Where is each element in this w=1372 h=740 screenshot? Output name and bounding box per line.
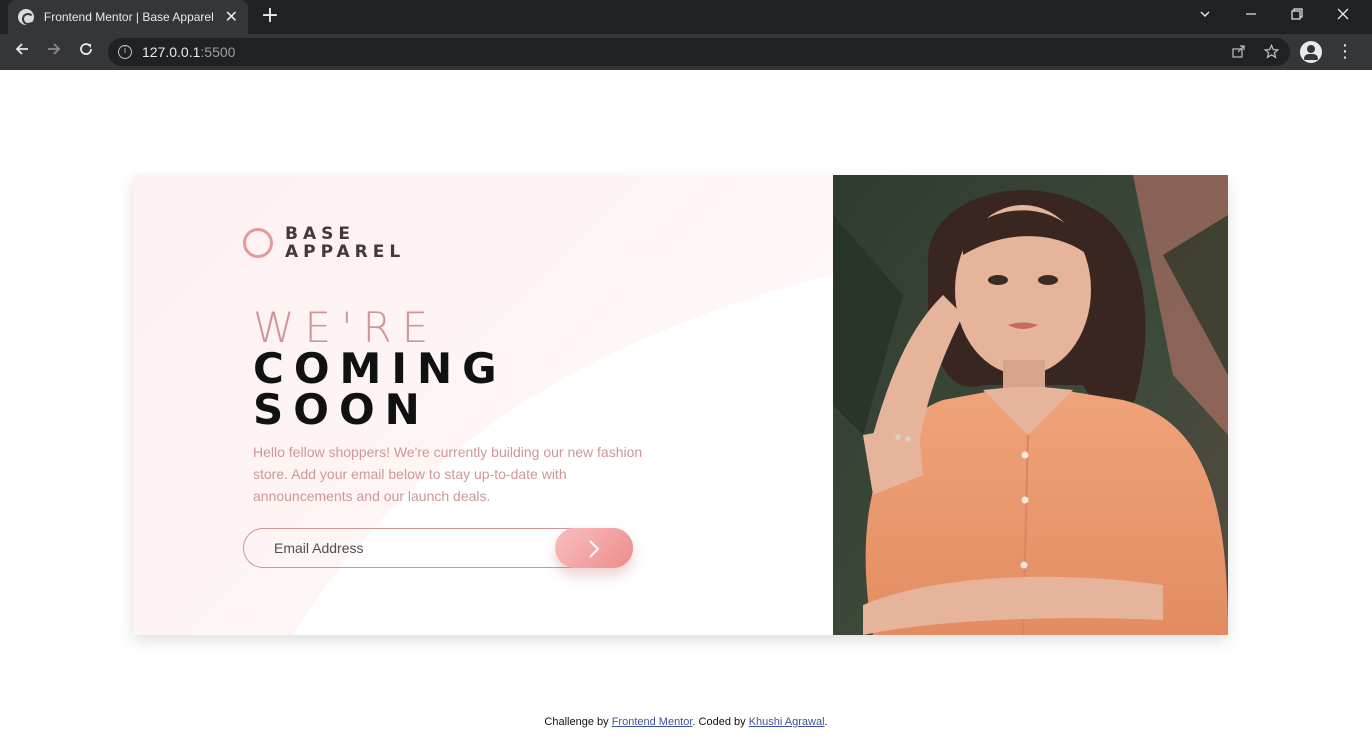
submit-button[interactable]: [555, 528, 633, 568]
restore-icon[interactable]: [1274, 0, 1320, 34]
minimize-icon[interactable]: [1228, 0, 1274, 34]
menu-icon[interactable]: ⋮: [1336, 38, 1354, 66]
share-icon[interactable]: [1232, 44, 1246, 62]
arrow-right-icon: [589, 540, 600, 558]
frontend-mentor-link[interactable]: Frontend Mentor: [612, 716, 693, 728]
url-text: 127.0.0.1:5500: [142, 44, 236, 60]
hero-image: [833, 175, 1228, 635]
author-link[interactable]: Khushi Agrawal: [749, 716, 825, 728]
browser-tab[interactable]: Frontend Mentor | Base Apparel ✕: [8, 0, 248, 34]
headline-light: WE'RE: [253, 303, 439, 352]
tab-search-icon[interactable]: [1182, 0, 1228, 34]
email-input[interactable]: [244, 529, 544, 567]
favicon-icon: [18, 9, 34, 25]
coming-soon-card: BASE APPAREL WE'RE COMING SOON Hello fel…: [133, 175, 1228, 635]
brand-logo: BASE APPAREL: [243, 225, 405, 261]
new-tab-button[interactable]: +: [258, 5, 282, 29]
attribution: Challenge by Frontend Mentor. Coded by K…: [544, 716, 828, 728]
close-tab-icon[interactable]: ✕: [225, 9, 238, 25]
logo-ring-icon: [243, 228, 273, 258]
headline-dark-line1: COMING: [253, 344, 507, 393]
back-icon[interactable]: [8, 38, 36, 66]
info-icon[interactable]: i: [118, 45, 132, 59]
logo-wordmark: BASE APPAREL: [285, 224, 406, 262]
headline-dark-line2: SOON: [253, 385, 430, 434]
star-icon[interactable]: [1263, 43, 1280, 63]
forward-icon[interactable]: [40, 38, 68, 66]
subscribe-form: [243, 528, 633, 568]
close-window-icon[interactable]: [1320, 0, 1366, 34]
profile-icon[interactable]: [1300, 41, 1322, 63]
browser-tab-bar: Frontend Mentor | Base Apparel ✕ +: [0, 0, 1372, 34]
reload-icon[interactable]: [72, 38, 100, 66]
browser-toolbar: i 127.0.0.1:5500 ⋮: [0, 34, 1372, 70]
address-bar[interactable]: i 127.0.0.1:5500: [108, 38, 1290, 66]
page-headline: WE'RE COMING SOON: [253, 303, 507, 434]
hero-photo: [833, 175, 1228, 635]
description: Hello fellow shoppers! We're currently b…: [253, 444, 643, 504]
content-panel: BASE APPAREL WE'RE COMING SOON Hello fel…: [133, 175, 833, 635]
tab-title: Frontend Mentor | Base Apparel: [43, 10, 214, 24]
